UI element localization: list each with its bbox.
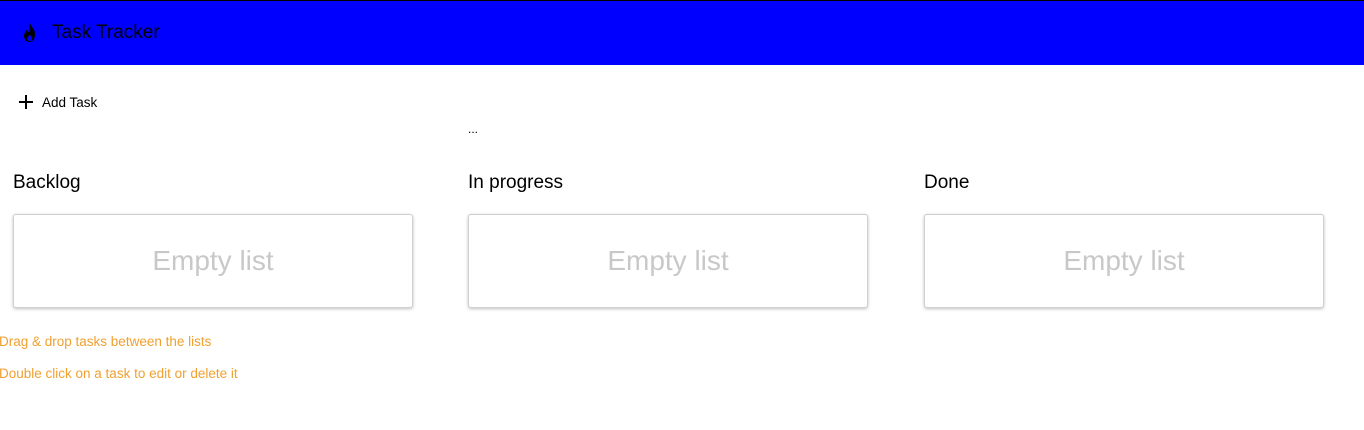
add-task-label: Add Task: [42, 94, 98, 110]
hint-drag-drop: Drag & drop tasks between the lists: [0, 334, 212, 349]
column-title: Backlog: [13, 172, 81, 193]
empty-list-text: Empty list: [1063, 245, 1185, 276]
loading-ellipsis: ...: [468, 122, 479, 136]
column-done: Done Empty list: [924, 170, 1324, 308]
app-bar: Task Tracker: [0, 0, 1364, 65]
hint-double-click: Double click on a task to edit or delete…: [0, 366, 238, 381]
add-task-button[interactable]: Add Task: [18, 92, 97, 112]
task-list-done[interactable]: Empty list: [924, 214, 1324, 308]
column-title: Done: [924, 172, 970, 193]
column-backlog: Backlog Empty list: [13, 170, 413, 308]
empty-list-text: Empty list: [152, 245, 274, 276]
column-in-progress: In progress Empty list: [468, 170, 868, 308]
column-title: In progress: [468, 172, 564, 193]
task-list-backlog[interactable]: Empty list: [13, 214, 413, 308]
empty-list-text: Empty list: [607, 245, 729, 276]
app-title: Task Tracker: [52, 22, 160, 43]
plus-icon: [19, 95, 33, 109]
flame-icon: [24, 23, 35, 42]
task-list-in-progress[interactable]: Empty list: [468, 214, 868, 308]
